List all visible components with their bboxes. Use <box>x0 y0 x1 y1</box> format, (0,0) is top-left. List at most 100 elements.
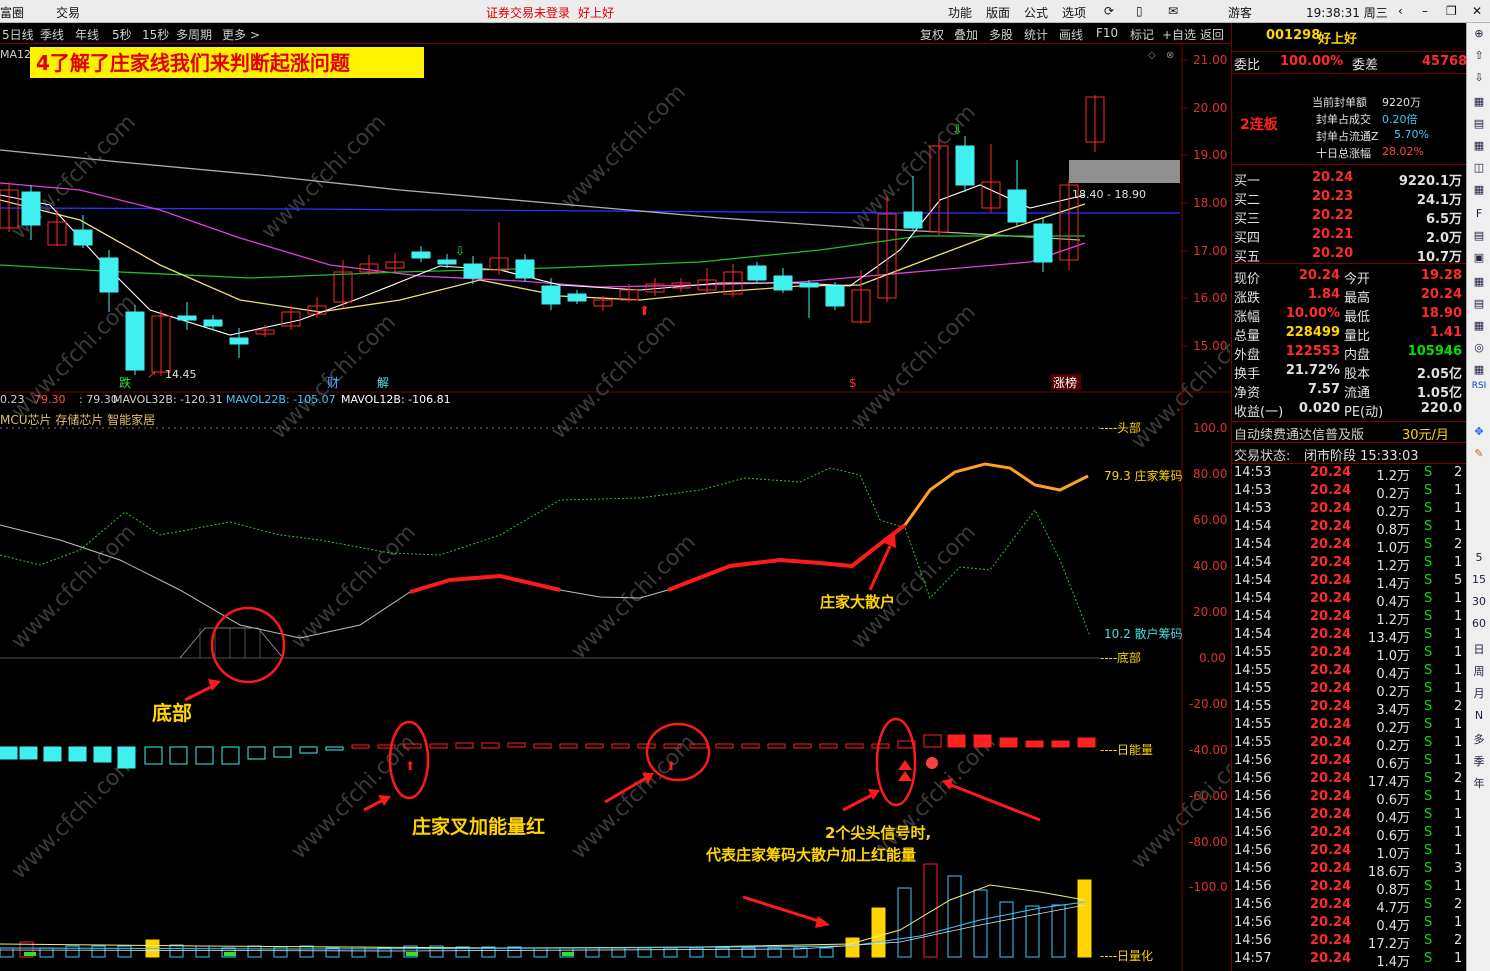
side-period[interactable]: 5 <box>1467 551 1490 564</box>
side-icon[interactable]: ▤ <box>1467 229 1490 242</box>
seal-value: 28.02% <box>1382 145 1424 158</box>
event-marker[interactable]: 财 <box>327 376 339 390</box>
expand-icon[interactable]: ⊗ <box>1166 50 1174 61</box>
side-period[interactable]: 年 <box>1467 775 1490 791</box>
bid-volume: 2.0万 <box>1425 231 1462 246</box>
energy-bar <box>507 742 526 748</box>
side-icon[interactable]: ▦ <box>1467 95 1490 108</box>
seal-label: 封单占成交 <box>1316 113 1371 126</box>
candle-body <box>1007 189 1027 223</box>
volume-marker <box>224 952 236 956</box>
side-icon[interactable]: ▤ <box>1467 117 1490 130</box>
trade-state-label: 交易状态: <box>1234 449 1291 464</box>
minimize-icon[interactable]: – <box>1422 4 1428 18</box>
candle-body <box>955 145 975 186</box>
side-icon[interactable]: ⇧ <box>1467 49 1490 62</box>
phone-icon[interactable]: ▯ <box>1136 4 1143 18</box>
energy-bar <box>19 746 38 760</box>
volume-bar <box>871 907 886 958</box>
side-icon[interactable]: ▣ <box>1467 251 1490 264</box>
tick-time: 14:53 <box>1234 501 1272 516</box>
refresh-icon[interactable]: ⟳ <box>1104 4 1114 18</box>
tick-price: 20.24 <box>1310 519 1352 534</box>
tick-direction: S <box>1424 573 1433 588</box>
tool-draw[interactable]: 画线 <box>1059 26 1083 43</box>
menu-options[interactable]: 选项 <box>1062 4 1086 21</box>
restore-icon[interactable]: ❐ <box>1446 4 1457 18</box>
tool-watchlist[interactable]: +自选 <box>1162 26 1196 43</box>
side-icon[interactable]: ◎ <box>1467 341 1490 354</box>
candle-body <box>21 191 41 226</box>
promo-text[interactable]: 自动续费通达信普及版 <box>1234 424 1364 443</box>
side-period[interactable]: 60 <box>1467 617 1490 630</box>
label-energy: 日能量 <box>1117 743 1153 757</box>
side-period[interactable]: 季 <box>1467 753 1490 769</box>
tool-adjust[interactable]: 复权 <box>920 26 944 43</box>
price-tick: 19.00 <box>1193 148 1227 162</box>
side-icon[interactable]: ⊕ <box>1467 27 1490 40</box>
period-5day[interactable]: 5日线 <box>2 26 34 43</box>
side-icon[interactable]: F <box>1467 207 1490 220</box>
period-multi[interactable]: 多周期 <box>176 26 212 43</box>
menu-layout[interactable]: 版面 <box>986 4 1010 21</box>
tick-row: 14:56 20.24 0.8万 S 1 <box>1232 878 1466 898</box>
side-period[interactable]: 30 <box>1467 595 1490 608</box>
event-marker[interactable]: 跌 <box>119 375 131 390</box>
event-marker[interactable]: $ <box>849 376 857 390</box>
quote-panel: 001298 好上好 委比 100.00% 委差 45768 2连板 当前封单额… <box>1231 23 1467 971</box>
side-icon[interactable]: ▦ <box>1467 183 1490 196</box>
side-period[interactable]: 多 <box>1467 731 1490 747</box>
energy-bar <box>819 743 838 749</box>
side-period[interactable]: 月 <box>1467 685 1490 701</box>
side-rsi[interactable]: RSI <box>1467 381 1490 391</box>
tick-count: 2 <box>1454 465 1463 480</box>
energy-bar <box>43 746 62 762</box>
side-icon[interactable]: ⇩ <box>1467 71 1490 84</box>
side-period[interactable]: 周 <box>1467 663 1490 679</box>
back-icon[interactable]: ‹ <box>1398 4 1403 18</box>
side-icon[interactable]: ▦ <box>1467 319 1490 332</box>
side-icon[interactable]: ▦ <box>1467 363 1490 376</box>
mail-icon[interactable]: ✉ <box>1168 4 1178 18</box>
tool-back[interactable]: 返回 <box>1200 26 1224 43</box>
side-icon[interactable]: ◫ <box>1467 161 1490 174</box>
side-icon[interactable]: ▦ <box>1467 275 1490 288</box>
user-label[interactable]: 游客 <box>1228 4 1252 21</box>
volume-bar <box>923 863 938 958</box>
tool-stats[interactable]: 统计 <box>1024 26 1048 43</box>
close-icon[interactable]: ✕ <box>1472 4 1482 18</box>
promo-price[interactable]: 30元/月 <box>1402 424 1449 443</box>
dealer-chip-line-red <box>667 523 907 592</box>
side-period[interactable]: 15 <box>1467 573 1490 586</box>
tool-overlay[interactable]: 叠加 <box>954 26 978 43</box>
side-icon[interactable]: ▦ <box>1467 139 1490 152</box>
side-icon[interactable]: ✥ <box>1467 425 1490 438</box>
event-marker[interactable]: 涨榜 <box>1053 375 1077 390</box>
login-status[interactable]: 证券交易未登录 <box>486 4 570 21</box>
side-period[interactable]: N <box>1467 709 1490 722</box>
tick-price: 20.24 <box>1310 771 1352 786</box>
menu-trade[interactable]: 交易 <box>56 4 80 21</box>
menu-function[interactable]: 功能 <box>948 4 972 21</box>
menu-formula[interactable]: 公式 <box>1024 4 1048 21</box>
side-period[interactable]: 日 <box>1467 641 1490 657</box>
price-range-box <box>1069 160 1180 183</box>
volume-bar <box>91 945 106 958</box>
period-15s[interactable]: 15秒 <box>142 26 169 43</box>
tick-direction: S <box>1424 645 1433 660</box>
period-5s[interactable]: 5秒 <box>112 26 132 43</box>
period-more[interactable]: 更多 > <box>222 26 260 43</box>
period-season[interactable]: 季线 <box>40 26 64 43</box>
tool-f10[interactable]: F10 <box>1096 26 1118 40</box>
side-icon[interactable]: ✎ <box>1467 447 1490 460</box>
event-marker[interactable]: 解 <box>377 376 389 390</box>
tick-count: 1 <box>1454 519 1463 534</box>
tool-multi[interactable]: 多股 <box>989 26 1013 43</box>
tick-row: 14:54 20.24 13.4万 S 1 <box>1232 626 1466 646</box>
tick-list[interactable]: 14:53 20.24 1.2万 S 2 14:53 20.24 0.2万 S 1 14:53 20.… <box>1232 464 1466 971</box>
side-icon[interactable]: ▤ <box>1467 297 1490 310</box>
tick-direction: S <box>1424 483 1433 498</box>
tool-mark[interactable]: 标记 <box>1130 26 1154 43</box>
period-year[interactable]: 年线 <box>75 26 99 43</box>
kline-chart-area[interactable]: 21.00 20.00 19.00 18.00 17.00 16.00 15.0… <box>0 44 1230 971</box>
